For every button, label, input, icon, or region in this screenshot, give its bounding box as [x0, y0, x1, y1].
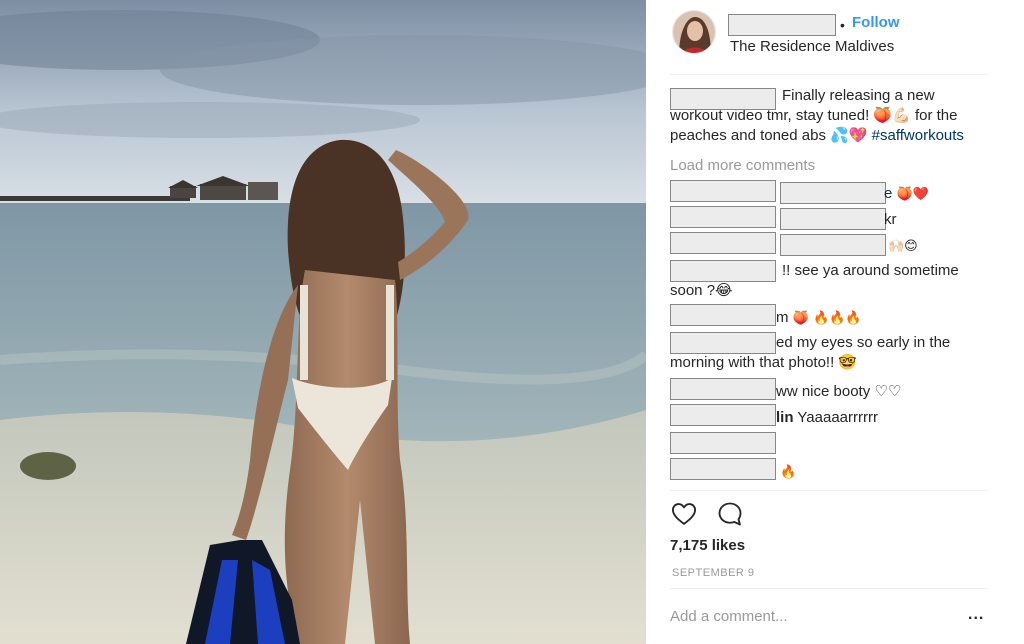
comment-mention-tail[interactable]: e	[884, 185, 892, 202]
likes-count[interactable]: 7,175 likes	[670, 537, 745, 554]
avatar-image	[673, 11, 715, 53]
caption-username-redacted[interactable]	[670, 88, 776, 110]
post-panel: • Follow The Residence Maldives Finally …	[646, 0, 1024, 644]
comment-username-redacted[interactable]	[670, 458, 776, 480]
comment-mention-redacted[interactable]	[780, 182, 886, 204]
comment-item: ed my eyes so early in the morning with …	[670, 332, 990, 373]
comment-text: 🙌🏻😊	[888, 239, 918, 254]
comment-username-redacted[interactable]	[670, 206, 776, 228]
comment-username-redacted[interactable]	[670, 432, 776, 454]
caption: Finally releasing a new workout video tm…	[670, 86, 990, 146]
footer-divider	[670, 588, 988, 589]
comments-divider	[670, 490, 988, 491]
add-comment-input[interactable]: Add a comment...	[670, 608, 990, 625]
comment-text: ww nice booty ♡♡	[776, 383, 902, 400]
header-divider	[670, 74, 988, 75]
comment-mention-redacted[interactable]	[780, 208, 886, 230]
comment-mention-redacted[interactable]	[780, 234, 886, 256]
ellipsis-icon[interactable]: ...	[968, 606, 984, 624]
comment-username-redacted[interactable]	[670, 180, 776, 202]
comment-text: 🍑 🔥🔥🔥	[792, 311, 862, 326]
post-date: SEPTEMBER 9	[672, 567, 755, 579]
comment-username-redacted[interactable]	[670, 260, 776, 282]
speech-bubble-icon[interactable]	[716, 500, 744, 528]
username-redacted[interactable]	[728, 14, 836, 36]
comment-text: 🔥	[780, 465, 797, 480]
comment-username-redacted[interactable]	[670, 378, 776, 400]
avatar[interactable]	[672, 10, 716, 54]
follow-button[interactable]: Follow	[852, 14, 900, 31]
comment-text: 🍑❤️	[896, 187, 929, 202]
comment-username-redacted[interactable]	[670, 304, 776, 326]
comment-username-redacted[interactable]	[670, 332, 776, 354]
comment-username-redacted[interactable]	[670, 232, 776, 254]
comment-mention-tail[interactable]: kr	[884, 210, 897, 230]
post-photo[interactable]	[0, 0, 646, 644]
load-more-comments[interactable]: Load more comments	[670, 156, 815, 176]
comment-mention-tail[interactable]: m	[776, 309, 789, 326]
hashtag-link[interactable]: #saffworkouts	[872, 127, 964, 144]
beach-photo	[0, 0, 646, 644]
comment-text: Yaaaaarrrrrr	[793, 409, 878, 426]
separator-dot: •	[840, 17, 845, 33]
action-bar	[670, 500, 990, 530]
location-link[interactable]: The Residence Maldives	[730, 38, 894, 55]
post-header: • Follow The Residence Maldives	[670, 8, 990, 68]
comment-username-redacted[interactable]	[670, 404, 776, 426]
comment-username-tail[interactable]: lin	[776, 409, 794, 426]
comment-item: !! see ya around sometime soon ?😂	[670, 260, 990, 301]
heart-icon[interactable]	[670, 500, 698, 528]
